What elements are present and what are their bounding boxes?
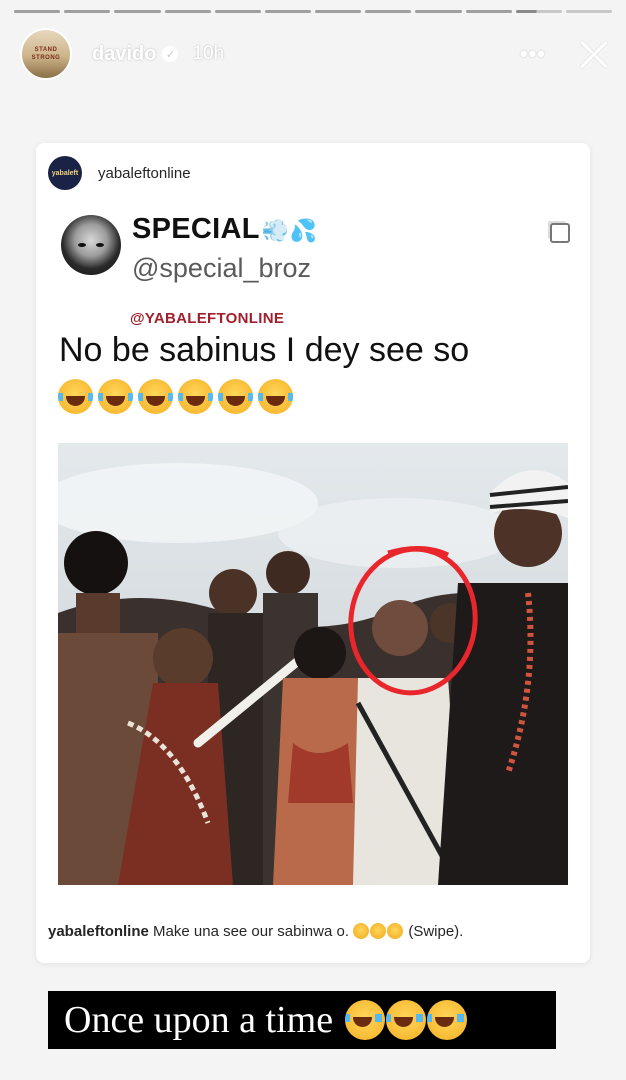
progress-segment: [465, 10, 512, 13]
story-header: STAND STRONG davido ✓ 10h •••: [20, 28, 612, 80]
laugh-emoji-icon: [218, 379, 253, 414]
laugh-emoji-icon: [386, 1000, 427, 1040]
avatar-label: STAND STRONG: [31, 47, 61, 61]
progress-segment: [415, 10, 462, 13]
account-avatar[interactable]: yabaleft: [48, 156, 82, 190]
verified-badge-icon: ✓: [162, 46, 179, 62]
progress-segment: [315, 10, 362, 13]
laugh-emoji-icon: [138, 379, 173, 414]
laugh-emoji-icon: [427, 1000, 468, 1040]
laugh-emoji-icon: [370, 923, 387, 939]
laugh-emoji-icon: [258, 379, 293, 414]
post-photo: [58, 443, 568, 885]
post-header: yabaleft yabaleftonline: [48, 156, 191, 190]
mask-eye-left: [78, 243, 86, 247]
post-caption: yabaleftonline Make una see our sabinwa …: [48, 923, 463, 940]
photo-illustration: [58, 443, 568, 885]
profile-avatar[interactable]: STAND STRONG: [20, 28, 72, 80]
tweet-laugh-emojis: [58, 379, 293, 414]
sticker-text: Once upon a time: [64, 999, 334, 1041]
progress-segment: [264, 10, 312, 13]
laugh-emoji-icon: [58, 379, 93, 414]
progress-segment: [114, 10, 161, 13]
caption-text: Make una see our sabinwa o.: [153, 923, 349, 940]
caption-username[interactable]: yabaleftonline: [48, 923, 149, 940]
shared-post-card[interactable]: yabaleft yabaleftonline SPECIAL💨💦 @speci…: [36, 143, 590, 963]
caption-suffix: (Swipe).: [408, 923, 464, 940]
progress-segment: [214, 10, 261, 13]
name-emojis: 💨💦: [261, 218, 318, 243]
tweet-display-name: SPECIAL💨💦: [132, 213, 317, 246]
story-progress-bar: [14, 10, 613, 13]
text-sticker: Once upon a time: [48, 991, 556, 1049]
laugh-emoji-icon: [353, 923, 370, 939]
copy-square-icon: [550, 223, 570, 243]
laugh-emoji-icon: [387, 923, 404, 939]
story-timestamp: 10h: [192, 43, 225, 64]
progress-segment: [164, 10, 211, 13]
story-username[interactable]: davido: [92, 43, 156, 66]
sticker-laugh-emojis: [345, 1000, 468, 1040]
more-options-icon[interactable]: •••: [520, 41, 546, 67]
progress-segment: [515, 10, 562, 13]
progress-segment: [565, 10, 613, 13]
post-account-name[interactable]: yabaleftonline: [98, 165, 191, 182]
progress-segment: [64, 10, 111, 13]
tweet-text: No be sabinus I dey see so: [59, 331, 470, 369]
tweet-handle: @special_broz: [132, 253, 311, 283]
tweet-avatar: [61, 215, 121, 275]
laugh-emoji-icon: [98, 379, 133, 414]
close-icon[interactable]: [576, 36, 612, 72]
account-avatar-label: yabaleft: [51, 169, 79, 177]
tweet-display-name-text: SPECIAL: [132, 213, 260, 245]
progress-segment: [365, 10, 412, 13]
progress-segment: [14, 10, 61, 13]
watermark-text: @YABALEFTONLINE: [130, 310, 285, 327]
mask-eye-right: [96, 243, 104, 247]
laugh-emoji-icon: [345, 1000, 386, 1040]
laugh-emoji-icon: [178, 379, 213, 414]
